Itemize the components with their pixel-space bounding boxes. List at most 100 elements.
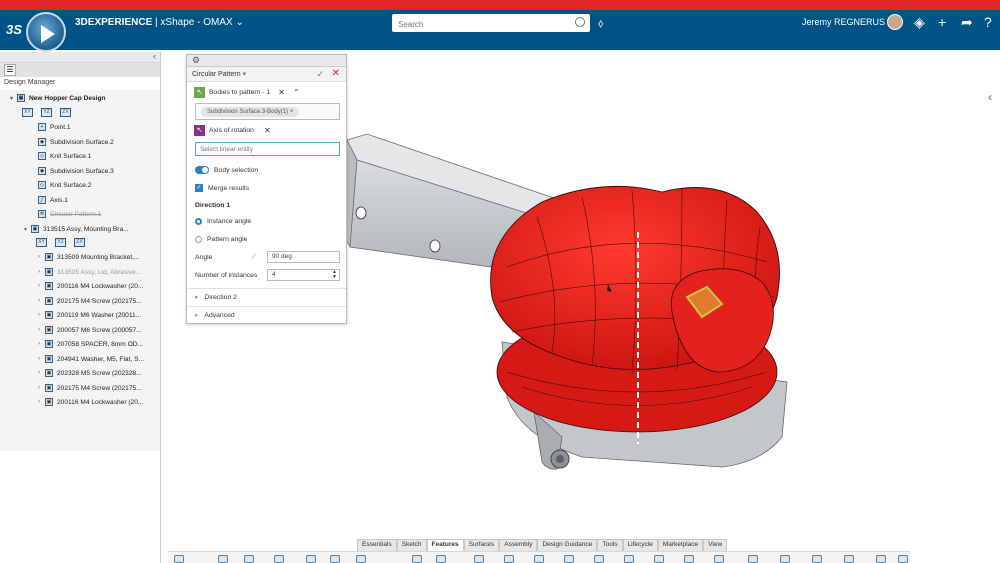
- avatar[interactable]: [887, 14, 903, 30]
- tree-item[interactable]: › ▣ 202328 M5 Screw (202328...: [38, 369, 142, 377]
- linear-entity-input[interactable]: [195, 142, 340, 156]
- compass-icon[interactable]: [26, 12, 66, 52]
- add-icon[interactable]: +: [938, 14, 946, 30]
- tag-icon[interactable]: ⬨: [598, 16, 603, 31]
- toggle-switch[interactable]: [195, 166, 209, 174]
- action-icon[interactable]: [876, 555, 886, 563]
- instances-input[interactable]: 4 ▲ ▼: [267, 269, 340, 281]
- action-icon[interactable]: [218, 555, 228, 563]
- tree-item[interactable]: › ▣ 200057 M6 Screw (200057...: [38, 326, 142, 334]
- action-icon[interactable]: [244, 555, 254, 563]
- action-icon[interactable]: [330, 555, 340, 563]
- user-name[interactable]: Jeremy REGNERUS: [802, 17, 885, 27]
- formula-icon[interactable]: ⟋: [251, 252, 257, 262]
- tab-tools[interactable]: Tools: [597, 539, 623, 551]
- merge-results-checkbox[interactable]: ✓ Merge results: [195, 184, 249, 192]
- advanced-section[interactable]: ▸ Advanced: [187, 306, 346, 323]
- tab-features[interactable]: Features: [426, 539, 464, 551]
- action-icon[interactable]: [844, 555, 854, 563]
- tree-item[interactable]: ◆ Subdivision Surface.2: [38, 138, 114, 146]
- tree-item[interactable]: › ▣ 200119 M6 Washer (20011...: [38, 311, 141, 319]
- axis-selector[interactable]: ↖ Axis of rotation ✕: [194, 125, 271, 136]
- action-icon[interactable]: [356, 555, 366, 563]
- yz-plane-icon[interactable]: YZ: [55, 238, 66, 247]
- clear-bodies-icon[interactable]: ✕: [278, 88, 285, 97]
- tree-tab-icon[interactable]: ☰: [4, 64, 16, 76]
- action-icon[interactable]: [306, 555, 316, 563]
- tab-design-guidance[interactable]: Design Guidance: [537, 539, 598, 551]
- action-icon[interactable]: [436, 555, 446, 563]
- action-icon[interactable]: [474, 555, 484, 563]
- tree-item[interactable]: › ▣ 202175 M4 Screw (202175...: [38, 297, 142, 305]
- tree-item[interactable]: › ▣ 207058 SPACER, 8mm OD...: [38, 340, 143, 348]
- action-icon[interactable]: [624, 555, 634, 563]
- chip-close-icon[interactable]: ×: [290, 109, 294, 115]
- action-icon[interactable]: [812, 555, 822, 563]
- tree-item[interactable]: ◇ Knit Surface.1: [38, 152, 91, 160]
- search-input[interactable]: [392, 15, 562, 34]
- tree-item[interactable]: › ▣ 313505 Assy, Lid, Abrasive...: [38, 268, 141, 276]
- tree-item[interactable]: ◆ Subdivision Surface.3: [38, 167, 114, 175]
- tree-item[interactable]: › ▣ 204941 Washer, M5, Flat, S...: [38, 355, 144, 363]
- action-icon[interactable]: [684, 555, 694, 563]
- action-icon[interactable]: [748, 555, 758, 563]
- help-icon[interactable]: ?: [984, 14, 992, 30]
- action-icon[interactable]: [174, 555, 184, 563]
- body-selection-toggle[interactable]: Body selection: [195, 166, 258, 174]
- search-box[interactable]: [392, 14, 590, 34]
- forward-icon[interactable]: ➦: [961, 14, 973, 31]
- tree-item[interactable]: ╱ Axis.1: [38, 196, 68, 204]
- action-icon[interactable]: [412, 555, 422, 563]
- search-icon[interactable]: [575, 17, 585, 27]
- zx-plane-icon[interactable]: ZX: [74, 238, 85, 247]
- tree-item[interactable]: › ▣ 313509 Mounting Bracket,...: [38, 253, 139, 261]
- app-name[interactable]: xShape - OMAX: [160, 17, 232, 28]
- tab-essentials[interactable]: Essentials: [357, 539, 397, 551]
- xy-plane-icon[interactable]: XY: [22, 108, 33, 117]
- direction2-section[interactable]: ▸ Direction 2: [187, 288, 346, 305]
- action-icon[interactable]: [534, 555, 544, 563]
- action-icon[interactable]: [594, 555, 604, 563]
- body-chip[interactable]: Subdivision Surface.3-Body(1) ×: [201, 107, 300, 117]
- action-icon[interactable]: [274, 555, 284, 563]
- tree-item[interactable]: › ▣ 200116 M4 Lockwasher (20...: [38, 398, 143, 406]
- checkbox-icon[interactable]: ✓: [195, 184, 203, 192]
- action-icon[interactable]: [898, 555, 908, 563]
- action-icon[interactable]: [504, 555, 514, 563]
- bodies-selector[interactable]: ↖ Bodies to pattern - 1 ✕ ⌃: [194, 87, 300, 98]
- tree-item-suppressed[interactable]: ✲ Circular Pattern.1: [38, 210, 101, 218]
- action-icon[interactable]: [780, 555, 790, 563]
- collapse-icon[interactable]: ⌃: [293, 88, 300, 97]
- action-icon[interactable]: [564, 555, 574, 563]
- ok-icon[interactable]: ✓: [316, 69, 324, 80]
- xy-plane-icon[interactable]: XY: [36, 238, 47, 247]
- action-icon[interactable]: [654, 555, 664, 563]
- tab-sketch[interactable]: Sketch: [396, 539, 427, 551]
- tree-root[interactable]: ▾ ▣ New Hopper Cap Design: [10, 94, 106, 102]
- tab-surfaces[interactable]: Surfaces: [463, 539, 500, 551]
- tree-item[interactable]: ◇ Knit Surface.2: [38, 181, 91, 189]
- tab-assembly[interactable]: Assembly: [499, 539, 538, 551]
- gear-icon[interactable]: ⚙: [192, 55, 200, 66]
- radio-off-icon[interactable]: [195, 236, 202, 243]
- instance-angle-radio[interactable]: Instance angle: [195, 218, 251, 225]
- pattern-angle-radio[interactable]: Pattern angle: [195, 236, 247, 243]
- tree-item[interactable]: + Point.1: [38, 123, 71, 131]
- angle-input[interactable]: 90 deg: [267, 251, 340, 263]
- yz-plane-icon[interactable]: YZ: [41, 108, 52, 117]
- action-icon[interactable]: [714, 555, 724, 563]
- tab-marketplace[interactable]: Marketplace: [657, 539, 704, 551]
- zx-plane-icon[interactable]: ZX: [60, 108, 71, 117]
- cancel-icon[interactable]: ✕: [332, 68, 340, 79]
- share-icon[interactable]: ◈: [914, 14, 925, 31]
- tab-lifecycle[interactable]: Lifecycle: [622, 539, 658, 551]
- tree-item[interactable]: › ▣ 200116 M4 Lockwasher (20...: [38, 282, 143, 290]
- expand-right-icon[interactable]: ‹: [988, 90, 992, 104]
- clear-axis-icon[interactable]: ✕: [264, 126, 271, 135]
- tree-assembly[interactable]: ▾ ▣ 313515 Assy, Mounting Bra...: [24, 225, 129, 233]
- chevron-down-icon[interactable]: ⌄: [235, 17, 243, 28]
- collapse-left-icon[interactable]: ‹: [153, 51, 156, 61]
- stepper-icon[interactable]: ▲ ▼: [332, 270, 337, 280]
- chevron-down-icon[interactable]: ▾: [243, 71, 247, 78]
- tree-item[interactable]: › ▣ 202175 M4 Screw (202175...: [38, 384, 142, 392]
